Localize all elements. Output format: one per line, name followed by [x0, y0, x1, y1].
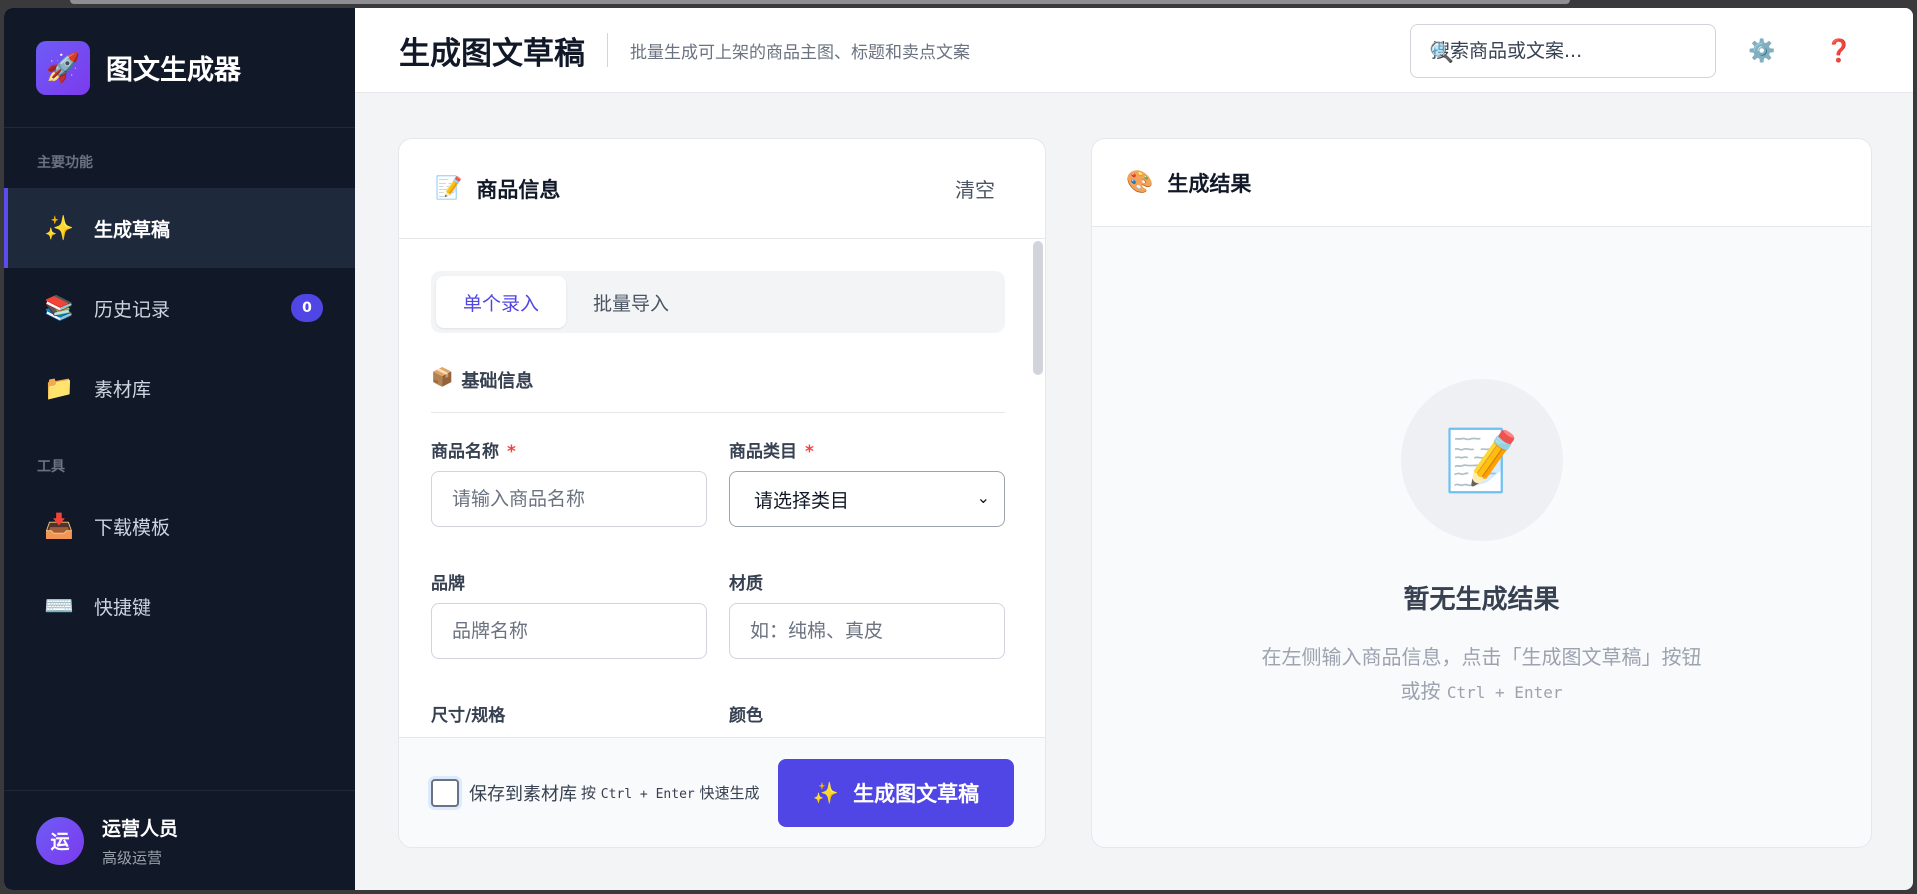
empty-title: 暂无生成结果	[1403, 585, 1560, 615]
brand-input[interactable]	[431, 603, 707, 659]
brand: 🚀 图文生成器	[4, 8, 355, 128]
empty-desc-line2: 或按 Ctrl + Enter	[1262, 674, 1702, 710]
sidebar-item-label: 生成草稿	[94, 218, 171, 241]
field-label: 颜色	[729, 706, 763, 726]
palette-icon: 🎨	[1126, 170, 1154, 195]
download-tray-icon: 📥	[44, 512, 74, 540]
clear-button[interactable]: 清空	[955, 174, 995, 203]
form-grid: 商品名称 * 商品类目 * 请选择类目 ⌄ 品牌	[431, 437, 1005, 777]
field-product-name: 商品名称 *	[431, 437, 707, 527]
folder-icon: 📁	[44, 374, 74, 402]
sparkles-icon: ✨	[44, 214, 74, 242]
field-size: 尺寸/规格	[431, 701, 707, 735]
page-title: 生成图文草稿	[399, 35, 585, 72]
required-mark: *	[507, 442, 516, 462]
form-footer: 保存到素材库 按 Ctrl + Enter 快速生成 ✨ 生成图文草稿	[399, 737, 1045, 847]
page-header: 生成图文草稿 批量生成可上架的商品主图、标题和卖点文案 🔍 ⚙️ ❓	[355, 8, 1913, 93]
required-mark: *	[805, 442, 814, 462]
product-info-card: 📝 商品信息 清空 单个录入 批量导入 📦 基础信息 商品名称 * 请输入商品名…	[398, 138, 1046, 848]
input-mode-tabs: 单个录入 批量导入	[431, 271, 1005, 333]
generate-button-label: 生成图文草稿	[853, 782, 980, 806]
sidebar-item-generate[interactable]: ✨ 生成草稿	[4, 188, 355, 268]
field-label: 品牌	[431, 574, 465, 594]
books-icon: 📚	[44, 294, 74, 322]
chevron-down-icon: ⌄	[976, 488, 990, 507]
user-profile[interactable]: 运 运营人员 高级运营	[4, 790, 355, 890]
gear-icon[interactable]: ⚙️	[1745, 34, 1779, 68]
sidebar-item-label: 历史记录	[94, 298, 171, 321]
category-select[interactable]: 请选择类目 ⌄	[729, 471, 1005, 527]
save-to-library-checkbox[interactable]	[431, 778, 459, 807]
memo-icon: 📝	[435, 176, 463, 201]
group-title-basic: 📦 基础信息	[431, 367, 1005, 413]
field-label: 商品类目 *	[729, 437, 1005, 462]
section-label-main: 主要功能	[37, 155, 93, 171]
result-card: 🎨 生成结果 📝 暂无生成结果 在左侧输入商品信息，点击「生成图文草稿」按钮 或…	[1091, 138, 1872, 848]
card-title: 商品信息	[476, 177, 561, 202]
section-label-tools: 工具	[37, 459, 65, 475]
tab-batch-import[interactable]: 批量导入	[566, 276, 696, 328]
field-product-category: 商品类目 * 请选择类目 ⌄	[729, 437, 1005, 527]
field-label-text: 商品类目	[729, 442, 797, 462]
sidebar-item-label: 素材库	[94, 378, 152, 401]
card-header: 🎨 生成结果	[1092, 139, 1871, 227]
search-icon: 🔍	[1429, 40, 1454, 64]
sidebar-item-history[interactable]: 📚 历史记录 0	[4, 268, 355, 348]
document-pencil-icon: 📝	[1400, 379, 1563, 541]
group-title-label: 基础信息	[461, 371, 534, 392]
history-count-badge: 0	[291, 294, 323, 322]
field-brand: 品牌	[431, 569, 707, 659]
sidebar-item-download-template[interactable]: 📥 下载模板	[4, 486, 355, 566]
tab-strip	[70, 0, 1570, 4]
rocket-icon: 🚀	[36, 40, 90, 95]
main-area: 生成图文草稿 批量生成可上架的商品主图、标题和卖点文案 🔍 ⚙️ ❓ 📝 商品信…	[355, 8, 1913, 890]
empty-desc-prefix: 或按	[1400, 679, 1441, 703]
package-icon: 📦	[431, 367, 454, 388]
sparkles-icon: ✨	[812, 780, 840, 805]
material-input[interactable]	[729, 603, 1005, 659]
field-label: 商品名称 *	[431, 437, 707, 462]
hint-keys: Ctrl + Enter	[600, 787, 695, 802]
sidebar-item-shortcuts[interactable]: ⌨️ 快捷键	[4, 566, 355, 646]
empty-desc-keys: Ctrl + Enter	[1446, 683, 1563, 702]
generate-button[interactable]: ✨ 生成图文草稿	[778, 759, 1014, 827]
field-label: 材质	[729, 574, 763, 594]
sidebar-item-label: 下载模板	[94, 516, 171, 539]
product-name-input[interactable]	[431, 471, 707, 527]
empty-description: 在左侧输入商品信息，点击「生成图文草稿」按钮 或按 Ctrl + Enter	[1262, 640, 1702, 710]
tab-single-entry[interactable]: 单个录入	[436, 276, 567, 328]
question-icon[interactable]: ❓	[1822, 34, 1856, 68]
sidebar: 🚀 图文生成器 主要功能 ✨ 生成草稿 📚 历史记录 0 📁 素材库 工具 📥 …	[4, 8, 355, 890]
app-name: 图文生成器	[106, 55, 241, 86]
field-label-text: 商品名称	[431, 442, 499, 462]
desktop-top-strip	[0, 0, 1917, 6]
field-label: 尺寸/规格	[431, 706, 506, 726]
search-input[interactable]	[1425, 40, 1715, 62]
app-window: 🚀 图文生成器 主要功能 ✨ 生成草稿 📚 历史记录 0 📁 素材库 工具 📥 …	[4, 8, 1913, 890]
save-to-library-label[interactable]: 保存到素材库	[469, 780, 577, 806]
field-color: 颜色	[729, 701, 1005, 735]
empty-desc-line1: 在左侧输入商品信息，点击「生成图文草稿」按钮	[1261, 645, 1702, 669]
shortcut-hint: 按 Ctrl + Enter 快速生成	[581, 782, 760, 803]
hint-prefix: 按	[581, 784, 597, 802]
hint-suffix: 快速生成	[699, 784, 760, 802]
card-title: 生成结果	[1167, 171, 1252, 196]
title-divider	[607, 33, 608, 67]
form-scrollbar[interactable]	[1033, 241, 1043, 375]
user-name: 运营人员	[102, 817, 179, 840]
search-box[interactable]: 🔍	[1410, 24, 1716, 78]
card-header: 📝 商品信息 清空	[399, 139, 1045, 239]
user-role: 高级运营	[102, 848, 163, 867]
form-body: 单个录入 批量导入 📦 基础信息 商品名称 * 商品类目 *	[431, 271, 1005, 777]
category-select-value: 请选择类目	[754, 489, 850, 512]
empty-state: 📝 暂无生成结果 在左侧输入商品信息，点击「生成图文草稿」按钮 或按 Ctrl …	[1092, 379, 1871, 710]
sidebar-item-label: 快捷键	[94, 596, 152, 619]
page-subtitle: 批量生成可上架的商品主图、标题和卖点文案	[630, 42, 970, 63]
field-material: 材质	[729, 569, 1005, 659]
user-text: 运营人员 高级运营	[102, 814, 178, 868]
keyboard-icon: ⌨️	[44, 592, 74, 620]
content-area: 📝 商品信息 清空 单个录入 批量导入 📦 基础信息 商品名称 * 请输入商品名…	[355, 94, 1913, 890]
avatar: 运	[36, 816, 84, 865]
sidebar-item-library[interactable]: 📁 素材库	[4, 348, 355, 428]
